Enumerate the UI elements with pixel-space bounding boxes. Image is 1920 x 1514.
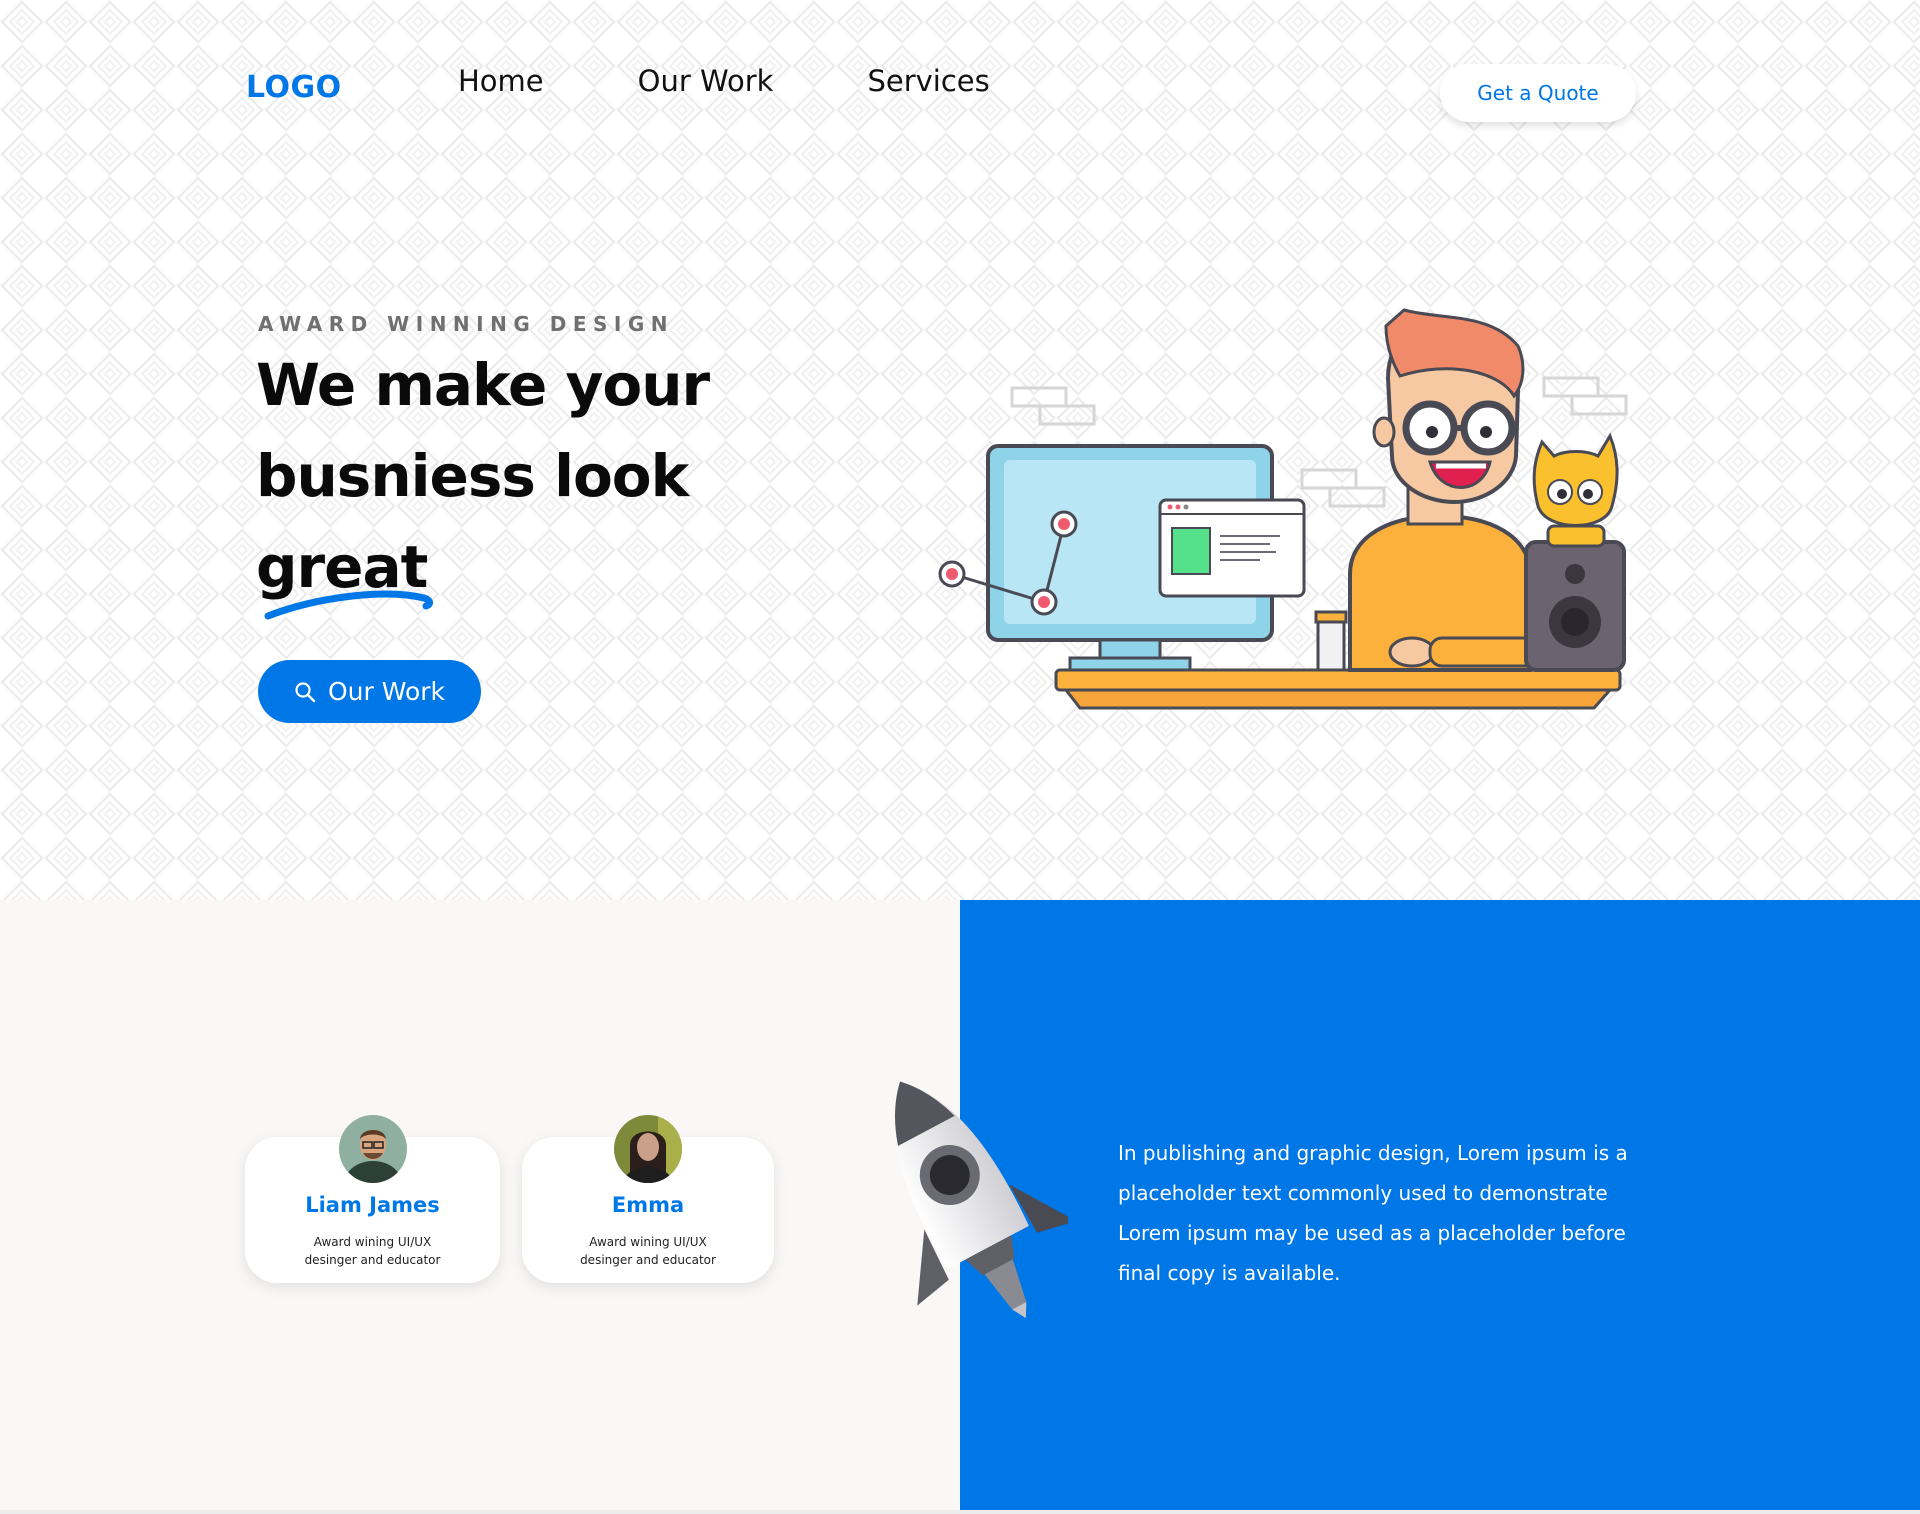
designer-at-desk-illustration: [938, 308, 1628, 710]
description-line-1: Award wining UI/UX: [313, 1235, 432, 1249]
team-member-description: Award wining UI/UX desinger and educator: [542, 1233, 754, 1269]
divider: [0, 1510, 1920, 1514]
description-line-2: desinger and educator: [304, 1253, 441, 1267]
team-card[interactable]: Liam James Award wining UI/UX desinger a…: [245, 1115, 500, 1283]
nav-link-our-work[interactable]: Our Work: [638, 64, 774, 98]
rocket-icon: [894, 1081, 1068, 1319]
avatar: [338, 1115, 407, 1183]
headline-underline-swoosh: [264, 590, 434, 620]
headline-line-2: busniess look: [256, 442, 689, 510]
get-a-quote-button[interactable]: Get a Quote: [1440, 64, 1636, 122]
our-work-button-label: Our Work: [327, 677, 446, 706]
hero-eyebrow: AWARD WINNING DESIGN: [258, 312, 674, 336]
our-work-button[interactable]: Our Work: [258, 660, 481, 723]
nav-link-services[interactable]: Services: [867, 64, 989, 98]
team-member-description: Award wining UI/UX desinger and educator: [265, 1233, 480, 1269]
headline-line-1: We make your: [256, 351, 710, 419]
search-icon: [295, 681, 316, 702]
hero-section: LOGO Home Our Work Services Get a Quote …: [0, 0, 1920, 900]
nav-link-home[interactable]: Home: [458, 64, 544, 98]
avatar: [614, 1115, 682, 1183]
main-nav: Home Our Work Services: [458, 64, 1084, 98]
team-member-name: Liam James: [305, 1193, 440, 1217]
description-line-2: desinger and educator: [580, 1253, 716, 1267]
hero-headline: We make your busniess look great: [256, 340, 710, 613]
team-member-name: Emma: [611, 1193, 685, 1217]
team-card[interactable]: Emma Award wining UI/UX desinger and edu…: [522, 1115, 774, 1283]
logo[interactable]: LOGO: [246, 70, 342, 105]
description-line-1: Award wining UI/UX: [589, 1235, 707, 1249]
about-paragraph: In publishing and graphic design, Lorem …: [1118, 1141, 1628, 1285]
